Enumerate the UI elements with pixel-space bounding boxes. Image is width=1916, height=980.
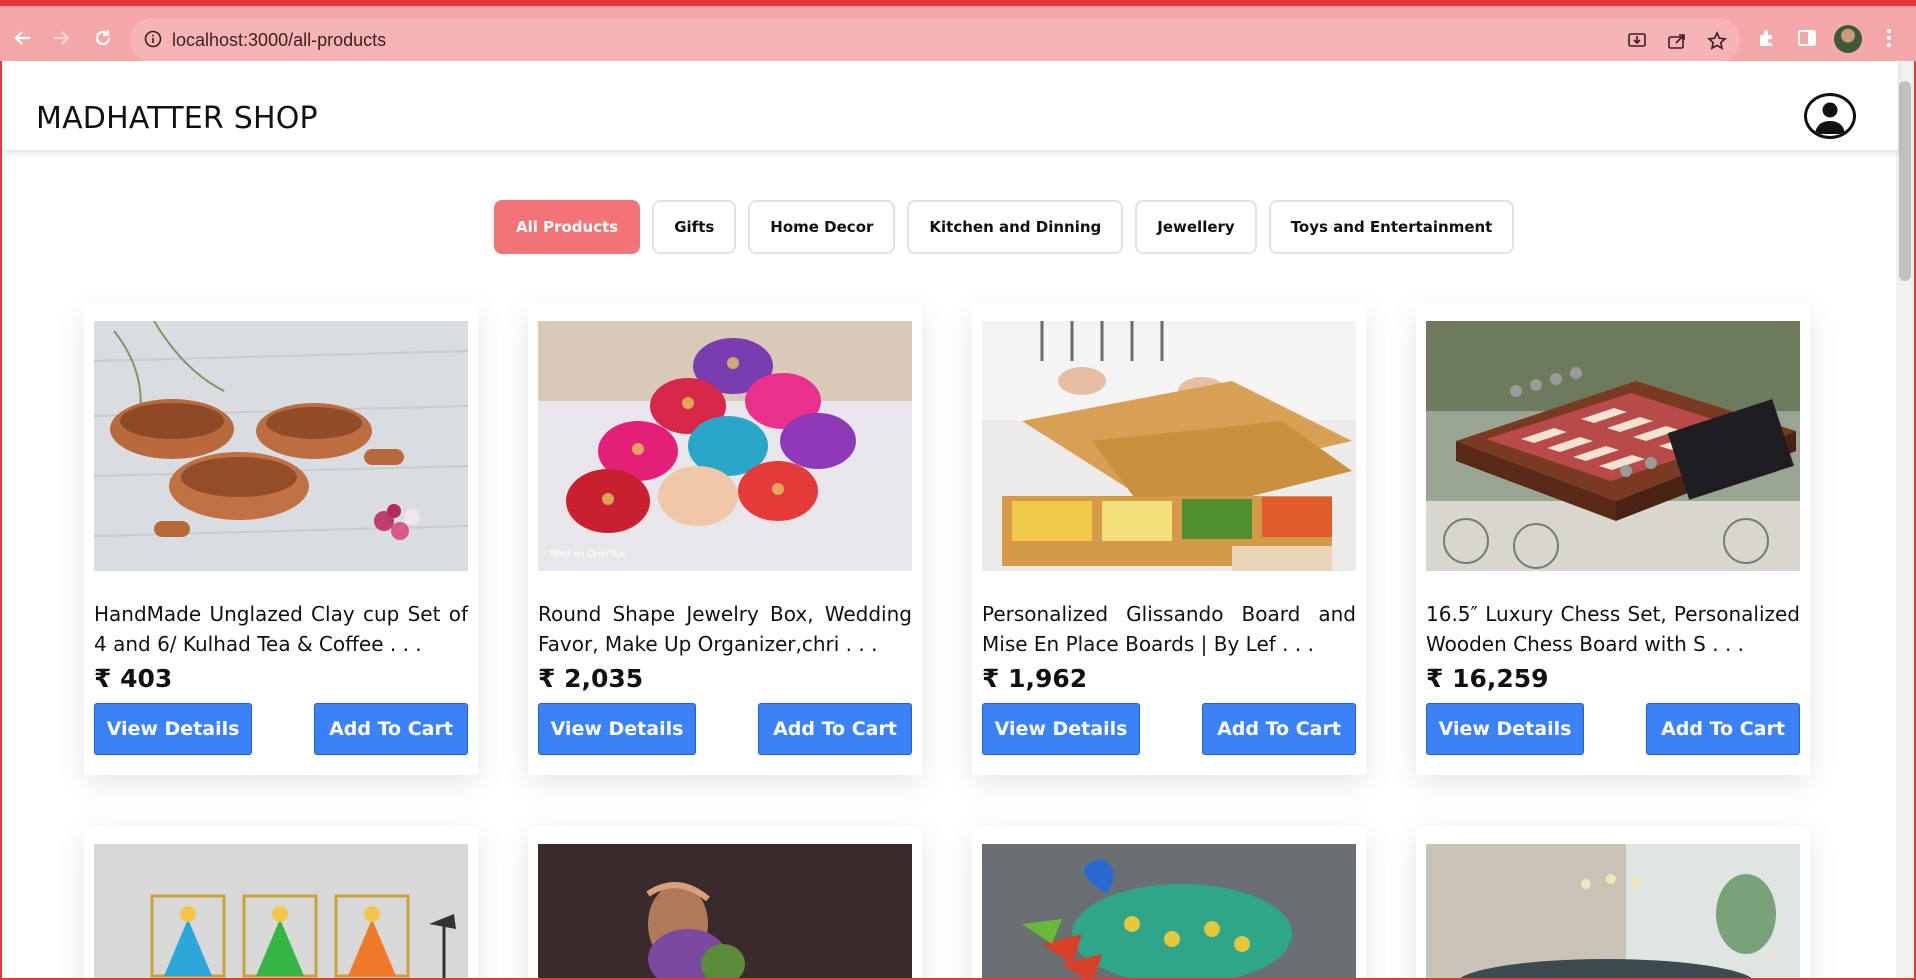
address-bar[interactable]: localhost:3000/all-products <box>130 18 1740 62</box>
profile-avatar[interactable] <box>1834 25 1862 53</box>
product-card: 16.5″ Luxury Chess Set, Personalized Woo… <box>1416 303 1810 775</box>
product-image[interactable] <box>94 321 468 571</box>
view-details-button[interactable]: View Details <box>1426 703 1584 755</box>
view-details-button[interactable]: View Details <box>982 703 1140 755</box>
product-title[interactable]: 16.5″ Luxury Chess Set, Personalized Woo… <box>1426 599 1800 659</box>
filter-jewellery[interactable]: Jewellery <box>1135 200 1257 254</box>
product-title[interactable]: Round Shape Jewelry Box, Wedding Favor, … <box>538 599 912 659</box>
product-image[interactable] <box>982 321 1356 571</box>
product-price: ₹ 1,962 <box>982 664 1088 693</box>
product-card <box>528 826 922 978</box>
product-price: ₹ 2,035 <box>538 664 644 693</box>
add-to-cart-button[interactable]: Add To Cart <box>1202 703 1356 755</box>
side-panel-icon[interactable] <box>1792 23 1822 53</box>
product-card: Shot on OnePlus Round Shape Jewelry Box,… <box>528 303 922 775</box>
product-card: HandMade Unglazed Clay cup Set of 4 and … <box>84 303 478 775</box>
filter-toys-and-entertainment[interactable]: Toys and Entertainment <box>1268 200 1515 254</box>
product-image[interactable] <box>94 844 468 978</box>
product-price: ₹ 403 <box>94 664 173 693</box>
product-price: ₹ 16,259 <box>1426 664 1549 693</box>
add-to-cart-button[interactable]: Add To Cart <box>758 703 912 755</box>
site-header: MADHATTER SHOP <box>2 61 1898 150</box>
filter-gifts[interactable]: Gifts <box>652 200 737 254</box>
back-icon[interactable] <box>8 23 38 53</box>
product-title[interactable]: HandMade Unglazed Clay cup Set of 4 and … <box>94 599 468 659</box>
product-card <box>1416 826 1810 978</box>
scrollbar-thumb[interactable] <box>1899 81 1911 281</box>
view-details-button[interactable]: View Details <box>94 703 252 755</box>
site-info-icon[interactable] <box>144 30 162 53</box>
category-filters: All Products Gifts Home Decor Kitchen an… <box>494 200 1515 254</box>
view-details-button[interactable]: View Details <box>538 703 696 755</box>
product-card <box>84 826 478 978</box>
brand-logo[interactable]: MADHATTER SHOP <box>36 101 318 136</box>
photo-watermark: Shot on OnePlus <box>550 549 626 560</box>
vertical-scrollbar[interactable] <box>1896 61 1914 978</box>
install-icon[interactable] <box>1624 30 1650 52</box>
product-card: Personalized Glissando Board and Mise En… <box>972 303 1366 775</box>
product-image[interactable] <box>538 844 912 978</box>
product-image[interactable] <box>982 844 1356 978</box>
url-text[interactable]: localhost:3000/all-products <box>172 30 386 51</box>
filter-all-products[interactable]: All Products <box>494 200 641 254</box>
user-account-icon[interactable] <box>1804 93 1856 139</box>
product-image[interactable] <box>1426 321 1800 571</box>
product-title[interactable]: Personalized Glissando Board and Mise En… <box>982 599 1356 659</box>
filter-kitchen-and-dinning[interactable]: Kitchen and Dinning <box>907 200 1124 254</box>
forward-icon[interactable] <box>46 23 76 53</box>
bookmark-star-icon[interactable] <box>1704 30 1730 52</box>
page-viewport: MADHATTER SHOP All Products Gifts Home D… <box>0 61 1916 980</box>
product-card <box>972 826 1366 978</box>
add-to-cart-button[interactable]: Add To Cart <box>314 703 468 755</box>
product-image[interactable]: Shot on OnePlus <box>538 321 912 571</box>
product-image[interactable] <box>1426 844 1800 978</box>
reload-icon[interactable] <box>88 23 118 53</box>
menu-icon[interactable] <box>1874 23 1904 53</box>
browser-toolbar: localhost:3000/all-products <box>0 0 1916 62</box>
filter-home-decor[interactable]: Home Decor <box>748 200 896 254</box>
extensions-icon[interactable] <box>1752 23 1782 53</box>
share-icon[interactable] <box>1664 30 1690 52</box>
add-to-cart-button[interactable]: Add To Cart <box>1646 703 1800 755</box>
